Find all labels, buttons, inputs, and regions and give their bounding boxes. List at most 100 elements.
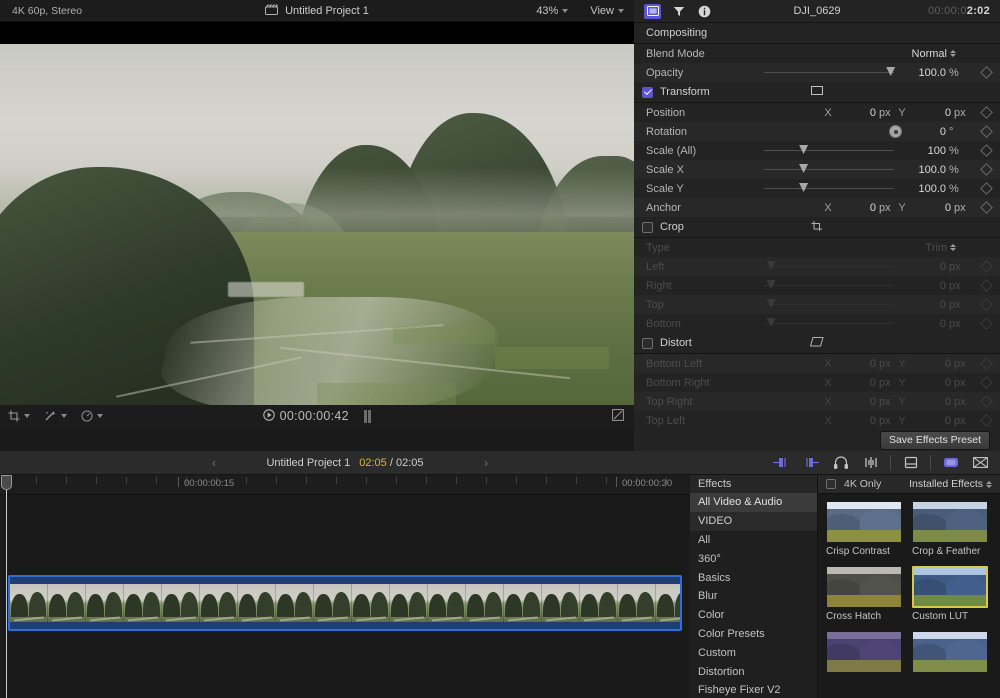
section-header-crop[interactable]: Crop	[634, 217, 1000, 237]
param-row-crop-top[interactable]: Top 0 px	[634, 295, 1000, 314]
distort-tl-x-value[interactable]: 0	[836, 415, 876, 427]
param-row-crop-right[interactable]: Right 0 px	[634, 276, 1000, 295]
keyframe-button[interactable]	[980, 182, 993, 195]
viewer[interactable]: 00:00:00:42	[0, 22, 634, 427]
param-row-distort-bottom-left[interactable]: Bottom Left X 0 px Y 0 px	[634, 354, 1000, 373]
effects-category-blur[interactable]: Blur	[690, 587, 817, 606]
view-menu[interactable]: View	[590, 5, 624, 17]
viewer-timecode[interactable]: 00:00:00:42	[280, 409, 349, 423]
section-header-transform[interactable]: Transform	[634, 82, 1000, 102]
slider-knob[interactable]	[799, 183, 809, 192]
param-row-distort-bottom-right[interactable]: Bottom Right X 0 px Y 0 px	[634, 373, 1000, 392]
effects-category-fisheye-fixer-v2[interactable]: Fisheye Fixer V2	[690, 681, 817, 698]
playhead-handle[interactable]	[1, 475, 12, 490]
slider-knob[interactable]	[886, 67, 896, 76]
effect-item[interactable]: Cross Hatch	[826, 566, 902, 622]
crop-bottom-slider[interactable]	[764, 318, 894, 327]
effects-browser-panel[interactable]: Effects All Video & Audio VIDEO All 360° Bas…	[690, 475, 1000, 698]
effect-item[interactable]: Crop & Feather	[912, 501, 988, 557]
scale-all-slider[interactable]	[764, 145, 894, 154]
distort-tr-x-value[interactable]: 0	[836, 396, 876, 408]
effects-category-color-presets[interactable]: Color Presets	[690, 625, 817, 644]
param-row-blend-mode[interactable]: Blend Mode Normal	[634, 44, 1000, 63]
effects-browser-icon[interactable]	[942, 455, 959, 470]
chevron-left-icon[interactable]: ‹	[212, 456, 216, 470]
effects-category-distortion[interactable]: Distortion	[690, 662, 817, 681]
distort-br-x-value[interactable]: 0	[836, 377, 876, 389]
effect-thumbnail[interactable]	[826, 566, 902, 608]
param-row-rotation[interactable]: Rotation 0 °	[634, 122, 1000, 141]
trim-start-icon[interactable]	[772, 455, 789, 470]
slider-knob[interactable]	[766, 280, 776, 289]
param-row-distort-top-right[interactable]: Top Right X 0 px Y 0 px	[634, 392, 1000, 411]
effects-category-custom[interactable]: Custom	[690, 643, 817, 662]
scale-x-slider[interactable]	[764, 164, 894, 173]
installed-effects-popup[interactable]: Installed Effects	[909, 478, 992, 490]
rotation-dial[interactable]	[889, 125, 902, 138]
distort-parallelogram-icon[interactable]	[809, 336, 824, 351]
transitions-browser-icon[interactable]	[972, 455, 989, 470]
effects-category-color[interactable]: Color	[690, 606, 817, 625]
crop-bottom-value[interactable]: 0	[902, 318, 946, 330]
slider-knob[interactable]	[766, 261, 776, 270]
transform-enable-checkbox[interactable]	[642, 86, 653, 98]
slider-knob[interactable]	[766, 299, 776, 308]
save-effects-preset-button[interactable]: Save Effects Preset	[879, 430, 990, 450]
crop-type-popup[interactable]: Trim	[925, 242, 956, 254]
effects-category-360[interactable]: 360°	[690, 549, 817, 568]
anchor-y-value[interactable]: 0	[911, 202, 951, 214]
keyframe-button[interactable]	[980, 414, 993, 427]
keyframe-button[interactable]	[980, 395, 993, 408]
keyframe-button[interactable]	[980, 317, 993, 330]
param-row-crop-bottom[interactable]: Bottom 0 px	[634, 314, 1000, 333]
timeline-playhead[interactable]	[1, 475, 12, 698]
timeline-ruler[interactable]: 00:00:00:15 00:00:00:30	[0, 475, 690, 495]
keyframe-button[interactable]	[980, 201, 993, 214]
scale-x-value[interactable]: 100.0	[902, 164, 946, 176]
effects-category-basics[interactable]: Basics	[690, 568, 817, 587]
scale-all-value[interactable]: 100	[902, 145, 946, 157]
param-row-scale-all[interactable]: Scale (All) 100 %	[634, 141, 1000, 160]
effect-thumbnail[interactable]	[912, 501, 988, 543]
distort-br-y-value[interactable]: 0	[911, 377, 951, 389]
slider-knob[interactable]	[766, 318, 776, 327]
section-header-distort[interactable]: Distort	[634, 333, 1000, 353]
effect-thumbnail[interactable]	[826, 501, 902, 543]
effects-grid[interactable]: Crisp Contrast Crop & Feather Cross Hatch C…	[818, 494, 1000, 698]
distort-tl-y-value[interactable]: 0	[911, 415, 951, 427]
effects-category-sidebar[interactable]: Effects All Video & Audio VIDEO All 360° Bas…	[690, 475, 818, 698]
crop-left-value[interactable]: 0	[902, 261, 946, 273]
crop-right-slider[interactable]	[764, 280, 894, 289]
blend-mode-popup[interactable]: Normal	[912, 48, 956, 60]
keyframe-button[interactable]	[980, 106, 993, 119]
timeline-panel[interactable]: 00:00:00:15 00:00:00:30	[0, 475, 690, 698]
anchor-x-value[interactable]: 0	[836, 202, 876, 214]
effects-category-all[interactable]: All	[690, 531, 817, 550]
slider-knob[interactable]	[799, 145, 809, 154]
info-circle-icon[interactable]	[696, 4, 713, 19]
effects-category-all-video-audio[interactable]: All Video & Audio	[690, 493, 817, 512]
param-row-position[interactable]: Position X 0 px Y 0 px	[634, 103, 1000, 122]
zoom-level-menu[interactable]: 43%	[536, 5, 569, 17]
section-header-compositing[interactable]: Compositing	[634, 23, 1000, 43]
keyframe-button[interactable]	[980, 66, 993, 79]
transform-rect-icon[interactable]	[811, 85, 824, 99]
expand-icon[interactable]	[612, 408, 624, 424]
audio-mix-icon[interactable]	[862, 455, 879, 470]
distort-bl-x-value[interactable]: 0	[836, 358, 876, 370]
param-row-anchor[interactable]: Anchor X 0 px Y 0 px	[634, 198, 1000, 217]
param-row-scale-y[interactable]: Scale Y 100.0 %	[634, 179, 1000, 198]
keyframe-button[interactable]	[980, 144, 993, 157]
distort-bl-y-value[interactable]: 0	[911, 358, 951, 370]
timeline-clip[interactable]	[8, 575, 682, 631]
effect-item[interactable]	[826, 631, 902, 676]
rotation-value[interactable]: 0	[902, 126, 946, 138]
opacity-slider[interactable]	[764, 67, 896, 76]
keyframe-button[interactable]	[980, 279, 993, 292]
filter-funnel-icon[interactable]	[670, 4, 687, 19]
crop-timeline-icon[interactable]	[902, 455, 919, 470]
param-row-distort-top-left[interactable]: Top Left X 0 px Y 0 px	[634, 411, 1000, 430]
keyframe-button[interactable]	[980, 260, 993, 273]
keyframe-button[interactable]	[980, 298, 993, 311]
position-x-value[interactable]: 0	[836, 107, 876, 119]
